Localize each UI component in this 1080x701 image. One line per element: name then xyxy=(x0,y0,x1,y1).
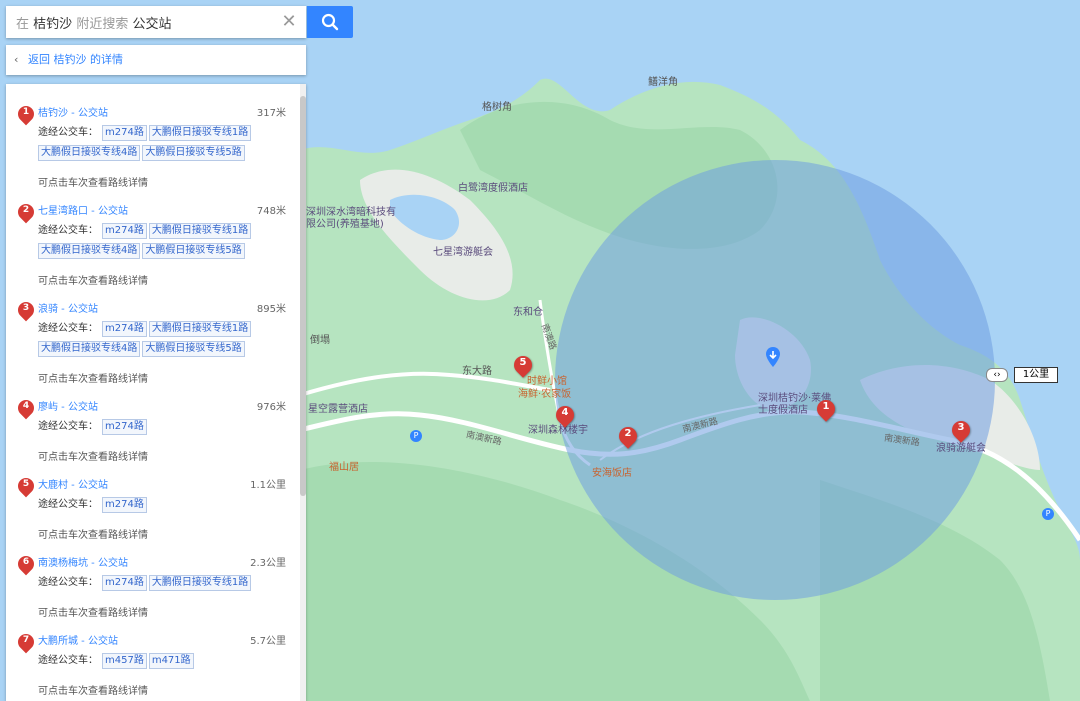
result-marker: 7 xyxy=(14,630,38,656)
results-panel: 1 桔钓沙 - 公交站 317米 途经公交车： m274路 大鹏假日接驳专线1路大鹏假日接… xyxy=(6,84,306,701)
map-label: 格树角 xyxy=(482,102,512,113)
scale-bar: 1公里 xyxy=(1014,367,1058,383)
route-hint: 可点击车次查看路线详情 xyxy=(38,608,148,619)
result-marker: 5 xyxy=(14,474,38,500)
scrollbar[interactable] xyxy=(300,84,306,701)
search-button[interactable] xyxy=(307,6,353,38)
map-label: 东大路 xyxy=(462,366,492,377)
search-place: 桔钓沙 xyxy=(33,16,73,32)
route-label: 途经公交车： xyxy=(38,127,98,138)
route-label: 途经公交车： xyxy=(38,577,98,588)
map-marker[interactable]: 2 xyxy=(615,423,641,451)
route-tag[interactable]: 大鹏假日接驳专线4路 xyxy=(38,145,141,161)
search-mid: 附近搜索 xyxy=(76,16,129,32)
map-marker[interactable]: 4 xyxy=(552,402,578,430)
route-tag[interactable]: m274路 xyxy=(102,575,147,591)
result-marker: 1 xyxy=(14,102,38,128)
result-distance: 895米 xyxy=(256,304,286,315)
route-tag[interactable]: m274路 xyxy=(102,497,147,513)
route-list: 途经公交车： m457路 m471路 xyxy=(38,651,288,671)
result-title[interactable]: 七星湾路口 - 公交站 xyxy=(38,202,128,217)
route-tag[interactable]: m274路 xyxy=(102,419,147,435)
scale-toggle-icon[interactable]: ‹› xyxy=(986,368,1008,382)
route-list: 途经公交车： m274路 大鹏假日接驳专线1路大鹏假日接驳专线4路 大鹏假日接驳专线5… xyxy=(38,123,288,163)
search-box[interactable]: 在 桔钓沙 附近搜索 公交站 ✕ xyxy=(6,6,306,38)
result-title[interactable]: 大鹏所城 - 公交站 xyxy=(38,632,118,647)
route-hint: 可点击车次查看路线详情 xyxy=(38,374,148,385)
route-hint: 可点击车次查看路线详情 xyxy=(38,452,148,463)
route-hint: 可点击车次查看路线详情 xyxy=(38,276,148,287)
route-hint: 可点击车次查看路线详情 xyxy=(38,178,148,189)
search-keyword: 公交站 xyxy=(132,16,172,32)
route-tag[interactable]: 大鹏假日接驳专线4路 xyxy=(38,243,141,259)
poi-label[interactable]: 深圳深水湾暗科技有限公司(养殖基地) xyxy=(306,207,396,231)
route-hint: 可点击车次查看路线详情 xyxy=(38,686,148,697)
result-title[interactable]: 桔钓沙 - 公交站 xyxy=(38,104,108,119)
route-list: 途经公交车： m274路 大鹏假日接驳专线1路大鹏假日接驳专线4路 大鹏假日接驳专线5… xyxy=(38,221,288,261)
route-list: 途经公交车： m274路 xyxy=(38,495,288,515)
route-tag[interactable]: 大鹏假日接驳专线1路 xyxy=(148,223,252,239)
map-marker[interactable]: 5 xyxy=(510,352,536,380)
back-label: 返回 桔钓沙 的详情 xyxy=(28,53,123,66)
route-tag[interactable]: 大鹏假日接驳专线5路 xyxy=(142,243,245,259)
parking-icon[interactable]: P xyxy=(410,430,422,442)
result-title[interactable]: 廖屿 - 公交站 xyxy=(38,398,98,413)
result-marker: 3 xyxy=(14,298,38,324)
route-list: 途经公交车： m274路 大鹏假日接驳专线1路大鹏假日接驳专线4路 大鹏假日接驳专线5… xyxy=(38,319,288,359)
parking-icon[interactable]: P xyxy=(1042,508,1054,520)
route-label: 途经公交车： xyxy=(38,323,98,334)
result-distance: 976米 xyxy=(256,402,286,413)
result-distance: 2.3公里 xyxy=(250,558,286,569)
route-label: 途经公交车： xyxy=(38,499,98,510)
route-list: 途经公交车： m274路 大鹏假日接驳专线1路 xyxy=(38,573,288,593)
result-marker: 4 xyxy=(14,396,38,422)
route-tag[interactable]: 大鹏假日接驳专线1路 xyxy=(148,321,252,337)
poi-label[interactable]: 东和仓 xyxy=(513,307,543,319)
result-title[interactable]: 南澳杨梅坑 - 公交站 xyxy=(38,554,128,569)
search-icon xyxy=(321,13,339,31)
route-list: 途经公交车： m274路 xyxy=(38,417,288,437)
poi-label[interactable]: 福山居 xyxy=(329,462,359,474)
poi-label[interactable]: 星空露营酒店 xyxy=(308,404,368,416)
search-prefix: 在 xyxy=(16,16,30,32)
route-tag[interactable]: 大鹏假日接驳专线4路 xyxy=(38,341,141,357)
result-distance: 748米 xyxy=(256,206,286,217)
back-link[interactable]: ‹ 返回 桔钓沙 的详情 xyxy=(6,45,306,75)
result-distance: 1.1公里 xyxy=(250,480,286,491)
poi-label[interactable]: 海鲜·农家饭 xyxy=(518,389,571,401)
route-tag[interactable]: m274路 xyxy=(102,223,147,239)
poi-label[interactable]: 时鲜小馆 xyxy=(527,376,567,388)
route-tag[interactable]: m471路 xyxy=(148,653,194,669)
poi-label[interactable]: 安海饭店 xyxy=(592,468,632,480)
search-input[interactable]: 在 桔钓沙 附近搜索 公交站 xyxy=(6,13,278,32)
route-tag[interactable]: m457路 xyxy=(102,653,147,669)
route-hint: 可点击车次查看路线详情 xyxy=(38,530,148,541)
search-radius-circle xyxy=(555,160,995,600)
map-label: 鳝洋角 xyxy=(648,77,678,88)
result-marker: 2 xyxy=(14,200,38,226)
scrollbar-thumb[interactable] xyxy=(300,96,306,496)
chevron-left-icon: ‹ xyxy=(14,53,19,66)
map-label: 倒塌 xyxy=(310,335,330,346)
route-tag[interactable]: 大鹏假日接驳专线5路 xyxy=(142,341,245,357)
route-tag[interactable]: 大鹏假日接驳专线5路 xyxy=(142,145,245,161)
location-pin-icon[interactable] xyxy=(766,347,780,367)
route-tag[interactable]: 大鹏假日接驳专线1路 xyxy=(148,575,252,591)
route-label: 途经公交车： xyxy=(38,655,98,666)
result-distance: 5.7公里 xyxy=(250,636,286,647)
route-tag[interactable]: 大鹏假日接驳专线1路 xyxy=(148,125,252,141)
route-tag[interactable]: m274路 xyxy=(102,125,147,141)
map-marker[interactable]: 1 xyxy=(813,396,839,424)
result-title[interactable]: 浪骑 - 公交站 xyxy=(38,300,98,315)
route-label: 途经公交车： xyxy=(38,225,98,236)
result-distance: 317米 xyxy=(256,108,286,119)
map-marker[interactable]: 3 xyxy=(948,417,974,445)
route-label: 途经公交车： xyxy=(38,421,98,432)
route-tag[interactable]: m274路 xyxy=(102,321,147,337)
poi-label[interactable]: 七星湾游艇会 xyxy=(433,247,493,259)
result-title[interactable]: 大鹿村 - 公交站 xyxy=(38,476,108,491)
clear-icon[interactable]: ✕ xyxy=(278,11,300,33)
result-marker: 6 xyxy=(14,552,38,578)
poi-label[interactable]: 白鹭湾度假酒店 xyxy=(458,183,528,195)
